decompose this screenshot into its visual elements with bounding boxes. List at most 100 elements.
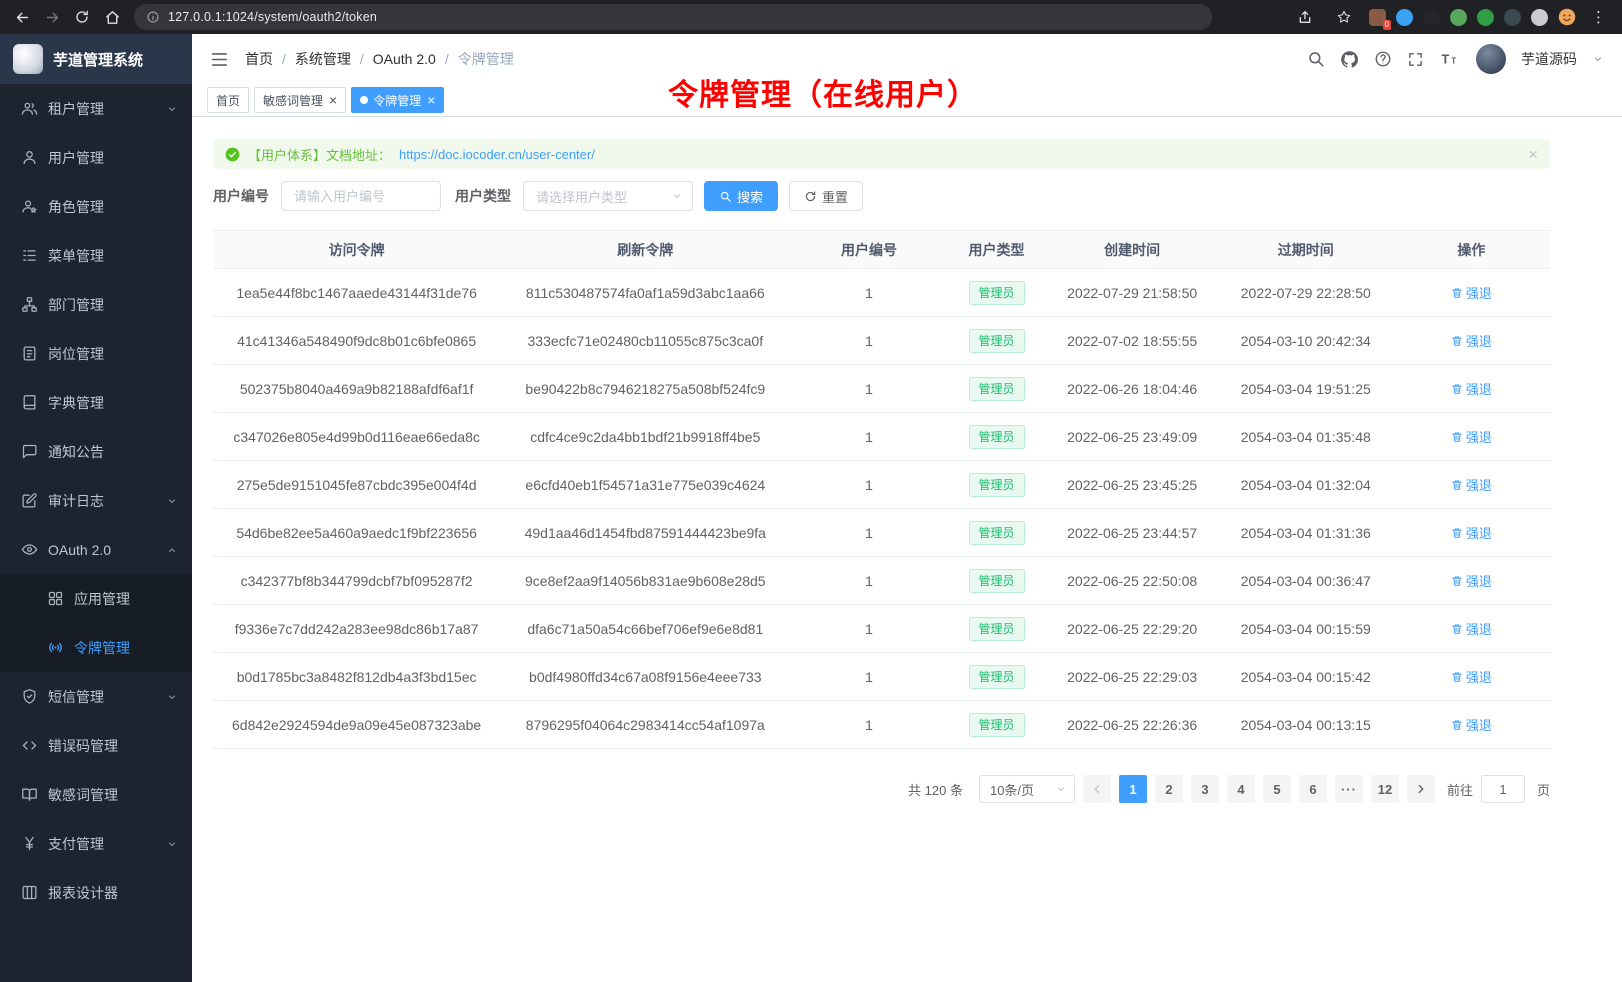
chevron-down-icon[interactable] [1592,53,1604,65]
delete-icon [1451,719,1463,731]
page-size-select[interactable]: 10条/页 [979,775,1075,803]
sidebar-item-token[interactable]: 令牌管理 [0,623,192,672]
hamburger-icon[interactable] [210,50,229,69]
goto-page-input[interactable] [1481,775,1525,803]
column-header[interactable]: 创建时间 [1046,231,1219,269]
sidebar-item-audit[interactable]: 审计日志 [0,476,192,525]
breadcrumb-item[interactable]: 系统管理 [295,49,351,69]
extension-6-icon[interactable] [1504,9,1521,26]
browser-menu-icon[interactable]: ⋮ [1587,8,1610,26]
site-info-icon[interactable] [146,10,160,24]
close-icon[interactable]: × [427,93,435,107]
table-row: 275e5de9151045fe87cbdc395e004f4de6cfd40e… [213,461,1550,509]
close-icon[interactable]: × [329,93,337,107]
back-icon[interactable] [8,3,36,31]
user-avatar[interactable] [1476,44,1506,74]
user-type-badge: 管理员 [969,329,1025,353]
svg-text:T: T [1441,52,1449,66]
help-icon[interactable] [1374,50,1392,68]
next-page-button[interactable] [1407,775,1435,803]
create-time-cell: 2022-06-25 23:49:09 [1046,413,1219,461]
user-id-cell: 1 [790,653,947,701]
search-icon[interactable] [1307,50,1325,68]
app-title: 芋道管理系统 [53,49,143,70]
action-cell: 强退 [1393,413,1550,461]
close-icon[interactable]: × [1528,146,1538,163]
github-icon[interactable] [1340,50,1359,69]
force-logout-button[interactable]: 强退 [1451,571,1492,590]
user-id-cell: 1 [790,701,947,749]
sidebar-item-report[interactable]: 报表设计器 [0,868,192,917]
sidebar-item-errcode[interactable]: 错误码管理 [0,721,192,770]
page-button-4[interactable]: 4 [1227,775,1255,803]
force-logout-button[interactable]: 强退 [1451,715,1492,734]
sidebar-item-oauth2[interactable]: OAuth 2.0 [0,525,192,574]
sidebar-item-dict[interactable]: 字典管理 [0,378,192,427]
sidebar-item-sms[interactable]: 短信管理 [0,672,192,721]
sidebar-item-role[interactable]: 角色管理 [0,182,192,231]
breadcrumb-item[interactable]: 首页 [245,49,273,69]
force-logout-button[interactable]: 强退 [1451,427,1492,446]
page-button-5[interactable]: 5 [1263,775,1291,803]
sidebar-item-tenant[interactable]: 租户管理 [0,84,192,133]
force-logout-button[interactable]: 强退 [1451,475,1492,494]
sidebar-panel-icon[interactable] [1531,9,1548,26]
sidebar-item-pay[interactable]: 支付管理 [0,819,192,868]
sidebar-item-sensitive[interactable]: 敏感词管理 [0,770,192,819]
extension-5-icon[interactable] [1477,9,1494,26]
force-logout-button[interactable]: 强退 [1451,619,1492,638]
sidebar-item-user[interactable]: 用户管理 [0,133,192,182]
font-size-icon[interactable]: TT [1439,50,1458,69]
user-type-select[interactable]: 请选择用户类型 [523,181,693,211]
fullscreen-icon[interactable] [1407,51,1424,68]
force-logout-button[interactable]: 强退 [1451,667,1492,686]
search-button[interactable]: 搜索 [704,181,778,211]
force-logout-button[interactable]: 强退 [1451,523,1492,542]
page-button-12[interactable]: 12 [1371,775,1399,803]
page-button-2[interactable]: 2 [1155,775,1183,803]
reload-icon[interactable] [68,3,96,31]
extension-4-icon[interactable] [1450,9,1467,26]
reset-button[interactable]: 重置 [789,181,863,211]
user-id-input[interactable] [281,181,441,211]
force-logout-button[interactable]: 强退 [1451,283,1492,302]
prev-page-button[interactable] [1083,775,1111,803]
column-header[interactable]: 刷新令牌 [500,231,790,269]
tab-1[interactable]: 敏感词管理× [254,87,346,113]
extension-2-icon[interactable] [1396,9,1413,26]
column-header[interactable]: 用户类型 [948,231,1046,269]
column-header[interactable]: 访问令牌 [213,231,500,269]
extension-1-icon[interactable]: 0 [1369,9,1386,26]
tab-0[interactable]: 首页 [207,87,249,113]
expire-time-cell: 2054-03-04 00:13:15 [1219,701,1393,749]
breadcrumb-item[interactable]: 令牌管理 [458,49,514,69]
page-button-3[interactable]: 3 [1191,775,1219,803]
extension-3-icon[interactable] [1423,9,1440,26]
share-icon[interactable] [1291,3,1319,31]
more-pages-button[interactable]: ··· [1335,775,1363,803]
sidebar-item-menu[interactable]: 菜单管理 [0,231,192,280]
column-header[interactable]: 用户编号 [790,231,947,269]
tabs-bar: 首页敏感词管理×令牌管理× [192,84,1622,117]
alert-link[interactable]: https://doc.iocoder.cn/user-center/ [399,147,595,162]
page-button-1[interactable]: 1 [1119,775,1147,803]
address-bar[interactable]: 127.0.0.1:1024/system/oauth2/token [134,4,1212,30]
column-header[interactable]: 过期时间 [1219,231,1393,269]
sidebar-item-post[interactable]: 岗位管理 [0,329,192,378]
user-id-cell: 1 [790,365,947,413]
force-logout-button[interactable]: 强退 [1451,331,1492,350]
sidebar-item-app[interactable]: 应用管理 [0,574,192,623]
bookmark-star-icon[interactable] [1330,3,1358,31]
user-name[interactable]: 芋道源码 [1521,49,1577,69]
filter-bar: 用户编号 用户类型 请选择用户类型 搜索 重置 [213,181,1550,211]
page-button-6[interactable]: 6 [1299,775,1327,803]
browser-profile-avatar[interactable] [1558,8,1576,26]
sidebar-item-notice[interactable]: 通知公告 [0,427,192,476]
home-icon[interactable] [98,3,126,31]
sidebar-item-dept[interactable]: 部门管理 [0,280,192,329]
tab-2[interactable]: 令牌管理× [351,87,444,113]
forward-icon[interactable] [38,3,66,31]
breadcrumb-item[interactable]: OAuth 2.0 [373,51,436,67]
force-logout-button[interactable]: 强退 [1451,379,1492,398]
column-header[interactable]: 操作 [1393,231,1550,269]
